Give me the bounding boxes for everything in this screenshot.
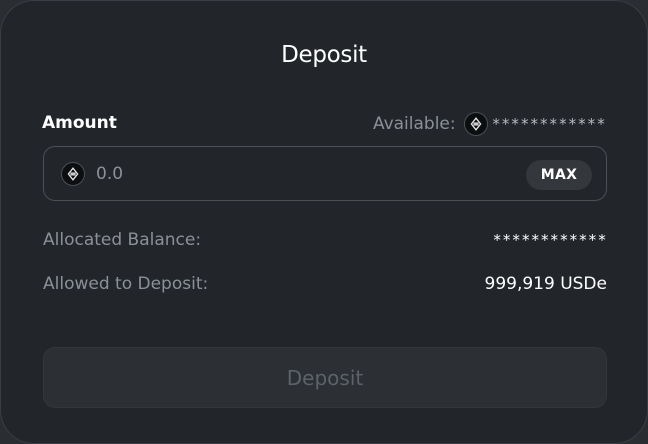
deposit-button[interactable]: Deposit (43, 347, 607, 408)
amount-input[interactable] (96, 160, 496, 188)
allowed-to-deposit-value: 999,919 USDe (484, 274, 608, 294)
amount-label: Amount (42, 113, 117, 133)
allocated-balance-value: ************ (492, 231, 607, 249)
ethena-token-icon (61, 162, 85, 186)
deposit-modal: Deposit Amount Available: ************ M… (0, 0, 648, 444)
available-balance: Available: ************ (373, 111, 606, 137)
ethena-token-icon (463, 112, 488, 136)
available-label: Available: (372, 114, 456, 134)
allowed-to-deposit-label: Allowed to Deposit: (43, 274, 209, 294)
amount-field[interactable]: MAX (43, 146, 607, 201)
allocated-balance-label: Allocated Balance: (43, 230, 202, 250)
modal-title: Deposit (281, 42, 367, 68)
max-button[interactable]: MAX (526, 160, 592, 190)
allocated-balance-row: Allocated Balance: ************ (43, 227, 607, 253)
allowed-to-deposit-row: Allowed to Deposit: 999,919 USDe (43, 271, 607, 297)
available-value: ************ (491, 115, 606, 133)
